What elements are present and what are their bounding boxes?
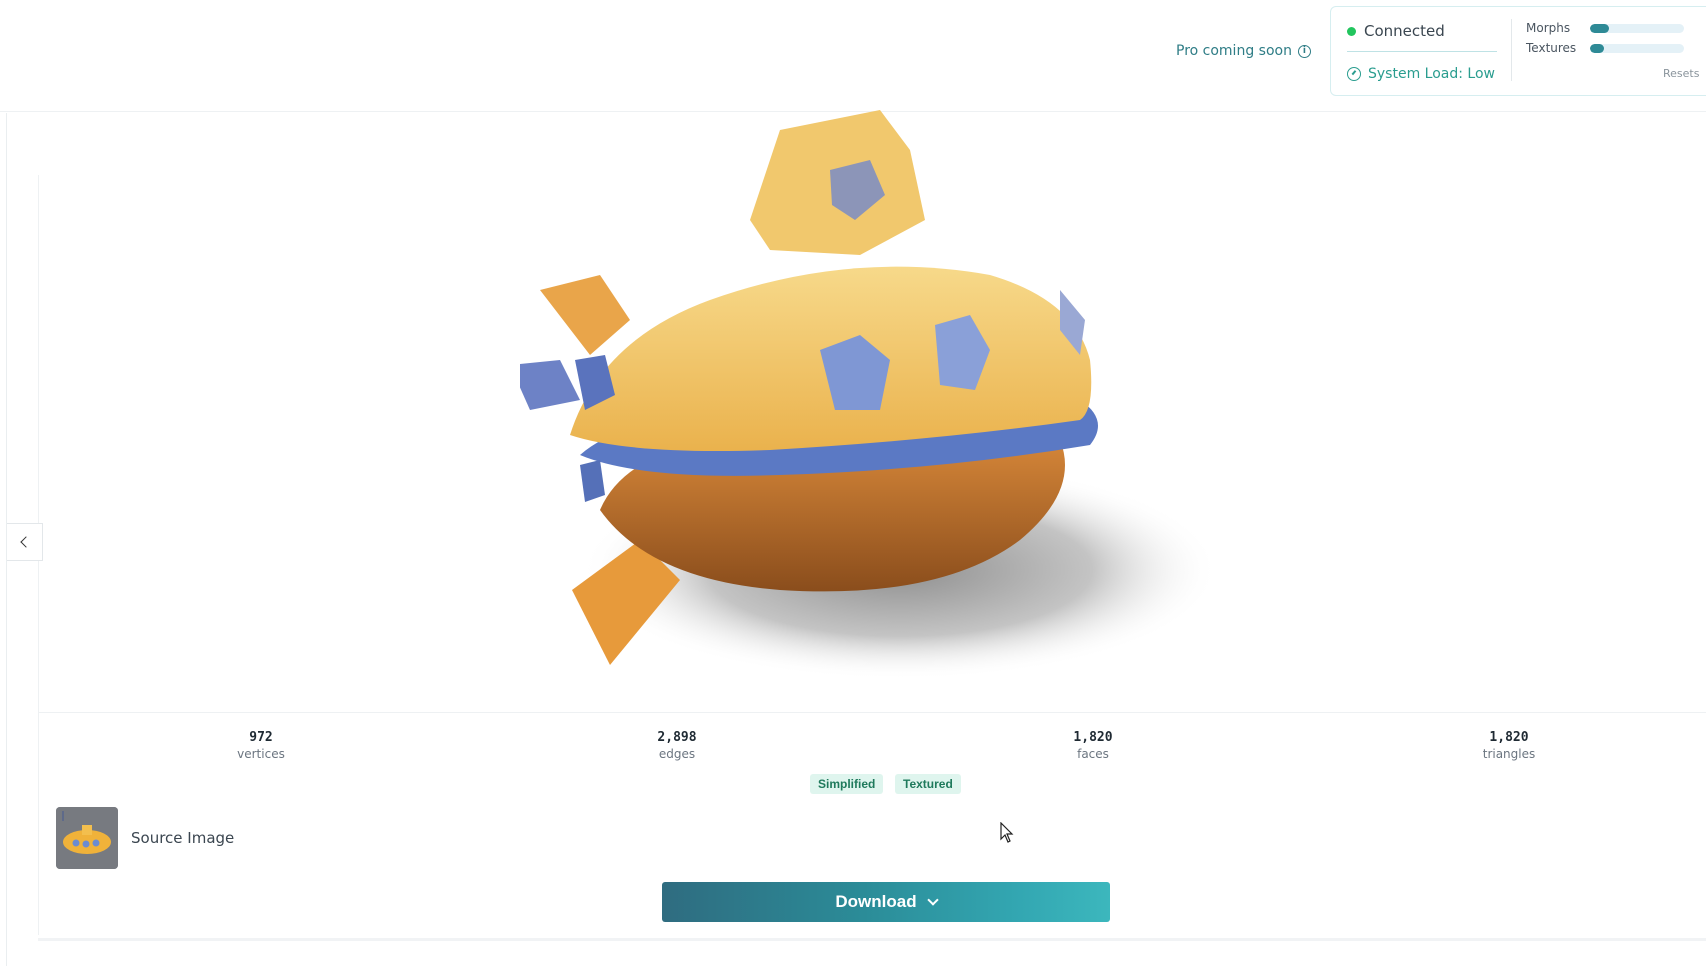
chevron-left-icon — [20, 536, 32, 548]
divider — [38, 938, 1706, 941]
tag-textured: Textured — [895, 774, 961, 794]
divider — [1511, 19, 1512, 81]
gauge-icon — [1347, 67, 1361, 81]
meter-label: Textures — [1526, 41, 1577, 55]
collapse-panel-button[interactable] — [7, 523, 43, 561]
resets-label: Resets — [1663, 67, 1700, 80]
submarine-model[interactable] — [520, 110, 1220, 690]
status-panel: Connected System Load: Low Morphs Textur… — [1330, 6, 1706, 96]
stat-label: triangles — [1482, 747, 1536, 761]
stat-label: faces — [1077, 747, 1109, 761]
stat-value: 2,898 — [657, 730, 697, 745]
stat-value: 972 — [249, 730, 273, 745]
source-image-thumbnail[interactable] — [56, 807, 118, 869]
meter-label: Morphs — [1526, 21, 1571, 35]
info-icon[interactable]: i — [1297, 44, 1311, 58]
meter-track — [1590, 43, 1684, 53]
download-label: Download — [835, 892, 917, 911]
stat-value: 1,820 — [1489, 730, 1529, 745]
stat-value: 1,820 — [1073, 730, 1113, 745]
divider — [38, 712, 1706, 713]
meter-fill — [1590, 23, 1609, 33]
mouse-cursor-icon — [1000, 822, 1014, 843]
pro-label: Pro coming soon — [1176, 43, 1292, 59]
system-load-label: System Load: Low — [1368, 66, 1495, 82]
stat-faces: 1,820 faces — [1013, 730, 1173, 761]
connected-dot-icon — [1347, 26, 1356, 36]
source-image[interactable]: Source Image — [56, 807, 234, 869]
connection-status: Connected — [1347, 22, 1445, 40]
stat-triangles: 1,820 triangles — [1429, 730, 1589, 761]
system-load: System Load: Low — [1347, 66, 1495, 82]
meter-textures: Textures — [1526, 41, 1684, 55]
divider — [1347, 51, 1497, 52]
stat-edges: 2,898 edges — [597, 730, 757, 761]
download-button[interactable]: Download — [662, 882, 1110, 922]
meter-fill — [1590, 43, 1605, 53]
top-header: Pro coming soon i Connected System Load:… — [0, 0, 1706, 112]
stat-label: edges — [658, 747, 696, 761]
stat-vertices: 972 vertices — [181, 730, 341, 761]
tag-simplified: Simplified — [810, 774, 884, 794]
meter-morphs: Morphs — [1526, 21, 1684, 35]
meter-track — [1590, 23, 1684, 33]
source-image-label: Source Image — [131, 829, 235, 847]
pro-coming-soon[interactable]: Pro coming soon i — [1176, 43, 1311, 59]
connection-label: Connected — [1364, 22, 1445, 40]
chevron-down-icon — [926, 893, 939, 906]
stat-label: vertices — [237, 747, 285, 761]
